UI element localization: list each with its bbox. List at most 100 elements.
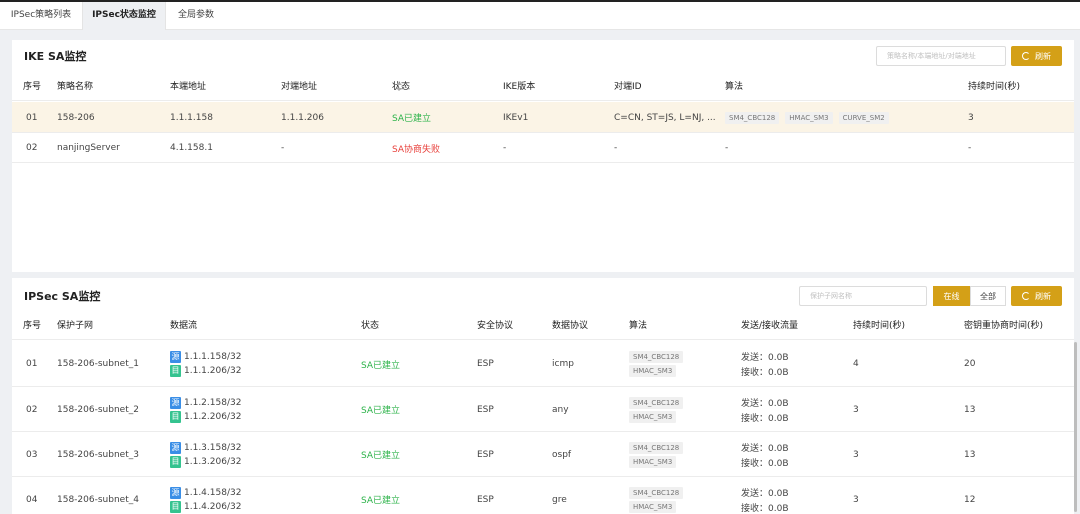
- source-badge: 源: [170, 486, 181, 499]
- traffic-send-label: 发送：: [741, 443, 769, 454]
- traffic-send-value: 0.0B: [768, 443, 789, 454]
- traffic-send-value: 0.0B: [768, 488, 789, 499]
- ipsec-row-flow: 源 1.1.4.158/32 目 1.1.4.206/32: [170, 477, 241, 514]
- flow-source-addr: 1.1.2.158/32: [184, 397, 242, 408]
- ipsec-table-row[interactable]: 03 158-206-subnet_3 源 1.1.3.158/32 目 1.1.3…: [12, 432, 1074, 477]
- traffic-send-label: 发送：: [741, 398, 769, 409]
- ipsec-header-algorithm: 算法: [629, 321, 648, 331]
- ike-header-duration: 持续时间(秒): [968, 82, 1021, 92]
- source-badge: 源: [170, 396, 181, 409]
- ike-refresh-label: 刷新: [1035, 51, 1051, 61]
- flow-destination: 目 1.1.2.206/32: [170, 410, 241, 423]
- ipsec-row-status: SA已建立: [361, 406, 401, 416]
- traffic-send: 发送：0.0B: [741, 350, 789, 363]
- ipsec-row-duration: 4: [853, 359, 859, 369]
- ike-row-status: SA协商失败: [392, 144, 441, 155]
- traffic-recv: 接收：0.0B: [741, 501, 789, 514]
- ike-row-algorithms: -: [725, 143, 729, 153]
- traffic-recv: 接收：0.0B: [741, 411, 789, 424]
- ipsec-row-algorithms: SM4_CBC128 HMAC_SM3: [629, 387, 689, 432]
- algorithm-tag: SM4_CBC128: [725, 111, 780, 124]
- traffic-send: 发送：0.0B: [741, 441, 789, 454]
- ike-search-input[interactable]: [876, 46, 1006, 66]
- tab-ipsec-policy-list[interactable]: IPSec策略列表: [0, 2, 82, 30]
- ike-table-header: 序号 策略名称 本端地址 对端地址 状态 IKE版本 对端ID 算法 持续时间(…: [12, 73, 1074, 101]
- ipsec-header-duration: 持续时间(秒): [853, 321, 906, 331]
- ipsec-row-traffic: 发送：0.0B 接收：0.0B: [741, 387, 789, 432]
- ike-row-policy-name: nanjingServer: [57, 143, 120, 153]
- ipsec-row-sec-protocol: ESP: [477, 404, 494, 415]
- traffic-recv: 接收：0.0B: [741, 456, 789, 469]
- algorithm-tag: HMAC_SM3: [629, 500, 677, 513]
- ipsec-row-index: 02: [26, 404, 38, 415]
- filter-online-button[interactable]: 在线: [933, 286, 970, 306]
- filter-all-button[interactable]: 全部: [970, 286, 1006, 306]
- ipsec-row-subnet: 158-206-subnet_4: [57, 494, 139, 505]
- ike-row-peer-addr: 1.1.1.206: [281, 112, 324, 123]
- ipsec-row-flow: 源 1.1.3.158/32 目 1.1.3.206/32: [170, 432, 241, 477]
- ipsec-row-sec-protocol: ESP: [477, 494, 494, 505]
- flow-destination-addr: 1.1.4.206/32: [184, 501, 242, 512]
- flow-source: 源 1.1.2.158/32: [170, 396, 242, 409]
- traffic-send: 发送：0.0B: [741, 396, 789, 409]
- ike-header-status[interactable]: 状态: [392, 73, 410, 101]
- ipsec-table-header: 序号 保护子网 数据流 状态 安全协议 数据协议 算法 发送/接收流量 持续时间…: [12, 312, 1074, 340]
- sort-icon[interactable]: [396, 82, 402, 91]
- flow-destination: 目 1.1.4.206/32: [170, 500, 242, 513]
- ike-row-local-addr: 4.1.158.1: [170, 143, 213, 153]
- ipsec-row-algorithms: SM4_CBC128 HMAC_SM3: [629, 341, 689, 387]
- flow-source: 源 1.1.1.158/32: [170, 351, 241, 363]
- flow-source: 源 1.1.4.158/32: [170, 486, 242, 499]
- flow-destination-addr: 1.1.3.206/32: [184, 456, 242, 467]
- ike-row-duration: -: [968, 143, 972, 153]
- ipsec-row-rekey: 12: [964, 494, 976, 505]
- ipsec-row-data-protocol: icmp: [552, 359, 574, 369]
- flow-destination: 目 1.1.3.206/32: [170, 455, 242, 468]
- ipsec-row-subnet: 158-206-subnet_2: [57, 404, 139, 415]
- traffic-recv-label: 接收：: [741, 413, 769, 424]
- ipsec-row-data-protocol: ospf: [552, 449, 572, 460]
- ipsec-header-status: 状态: [361, 321, 380, 331]
- flow-source: 源 1.1.3.158/32: [170, 441, 241, 454]
- ipsec-row-subnet: 158-206-subnet_1: [57, 359, 139, 369]
- destination-badge: 目: [170, 365, 181, 377]
- ipsec-refresh-button[interactable]: 刷新: [1011, 286, 1062, 306]
- tab-ipsec-status-monitor[interactable]: IPSec状态监控: [82, 2, 166, 30]
- flow-source-addr: 1.1.4.158/32: [184, 487, 242, 498]
- ike-header-peer-addr: 对端地址: [281, 82, 318, 92]
- algorithm-tag: HMAC_SM3: [629, 410, 677, 423]
- ipsec-row-rekey: 13: [964, 404, 976, 415]
- ike-table-row[interactable]: 01 158-206 1.1.1.158 1.1.1.206 SA已建立 IKE…: [12, 102, 1074, 133]
- ike-row-index: 02: [26, 143, 38, 153]
- ipsec-search-input[interactable]: [799, 286, 927, 306]
- algorithm-tag: CURVE_SM2: [838, 111, 889, 124]
- traffic-send-label: 发送：: [741, 353, 769, 363]
- ipsec-row-algorithms: SM4_CBC128 HMAC_SM3: [629, 477, 689, 514]
- ike-refresh-button[interactable]: 刷新: [1011, 46, 1062, 66]
- traffic-recv-value: 0.0B: [768, 503, 789, 514]
- ike-row-peer-id: C=CN, ST=JS, L=NJ, ...: [614, 112, 716, 123]
- traffic-recv: 接收：0.0B: [741, 365, 789, 378]
- destination-badge: 目: [170, 500, 181, 513]
- destination-badge: 目: [170, 455, 181, 468]
- ipsec-row-subnet: 158-206-subnet_3: [57, 449, 139, 460]
- refresh-icon: [1022, 52, 1030, 60]
- ipsec-table-row[interactable]: 04 158-206-subnet_4 源 1.1.4.158/32 目 1.1.4…: [12, 477, 1074, 514]
- ike-header-local-addr: 本端地址: [170, 82, 207, 92]
- ipsec-table-row[interactable]: 02 158-206-subnet_2 源 1.1.2.158/32 目 1.1.2…: [12, 387, 1074, 432]
- ike-row-peer-addr: -: [281, 143, 285, 153]
- ike-table-row[interactable]: 02 nanjingServer 4.1.158.1 - SA协商失败 - - …: [12, 133, 1074, 163]
- ike-row-policy-name: 158-206: [57, 112, 95, 123]
- vertical-scrollbar[interactable]: [1074, 342, 1077, 512]
- ipsec-row-index: 01: [26, 359, 38, 369]
- ike-sa-title: IKE SA监控: [24, 50, 87, 63]
- ipsec-row-rekey: 13: [964, 449, 976, 460]
- tab-global-params[interactable]: 全局参数: [166, 2, 226, 30]
- ike-row-peer-id: -: [614, 143, 618, 153]
- ipsec-refresh-label: 刷新: [1035, 291, 1051, 301]
- ipsec-row-data-protocol: any: [552, 404, 569, 415]
- traffic-send-label: 发送：: [741, 488, 769, 499]
- ipsec-header-flow: 数据流: [170, 321, 198, 331]
- ipsec-table-row[interactable]: 01 158-206-subnet_1 源 1.1.1.158/32 目 1.1.1…: [12, 341, 1074, 387]
- ipsec-header-data-protocol: 数据协议: [552, 321, 589, 331]
